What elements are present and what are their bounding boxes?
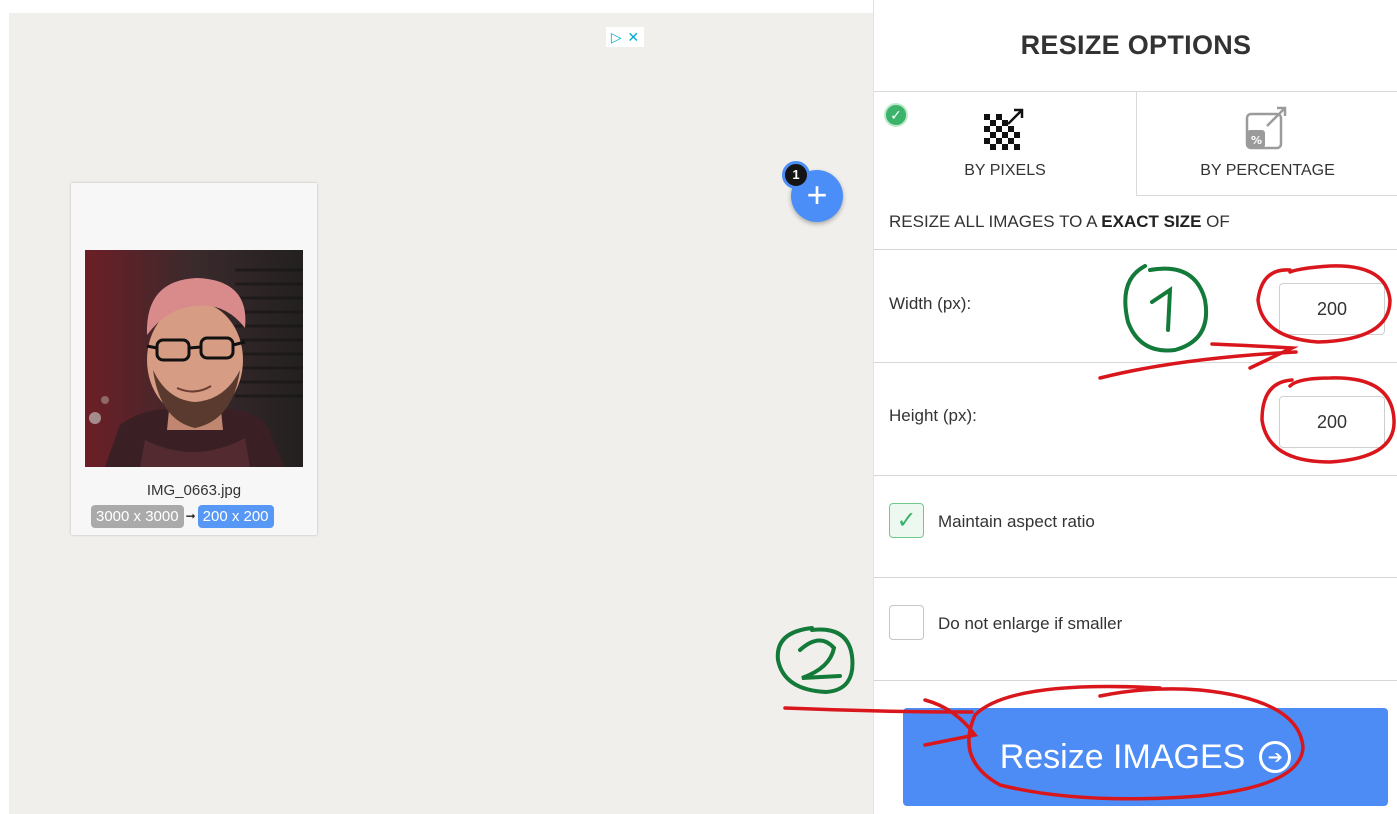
panel-title: RESIZE OPTIONS: [1020, 30, 1252, 60]
pixels-resize-icon: [984, 108, 1024, 150]
resize-button-label: Resize IMAGES: [999, 737, 1246, 776]
resize-instruction: RESIZE ALL IMAGES TO A EXACT SIZE OF: [889, 212, 1230, 232]
no-enlarge-checkbox[interactable]: [889, 605, 924, 640]
no-enlarge-label[interactable]: Do not enlarge if smaller: [938, 614, 1122, 634]
percent-resize-icon: %: [1245, 106, 1287, 150]
close-ad-icon[interactable]: ✕: [627, 30, 639, 44]
height-label: Height (px):: [889, 406, 977, 425]
plus-icon: +: [806, 174, 828, 215]
maintain-aspect-checkbox[interactable]: ✓: [889, 503, 924, 538]
maintain-aspect-row: ✓ Maintain aspect ratio: [874, 475, 1397, 577]
tab-by-pixels[interactable]: ✓ BY PIXELS: [874, 92, 1136, 196]
arrow-right-icon: ➞: [185, 509, 196, 523]
instruction-suffix: OF: [1201, 212, 1230, 231]
arrow-circle-right-icon: ➔: [1259, 741, 1292, 773]
width-label: Width (px):: [889, 294, 972, 313]
image-count-badge: 1: [782, 161, 810, 189]
image-card[interactable]: IMG_0663.jpg 3000 x 3000 ➞ 200 x 200: [71, 183, 317, 535]
image-filename: IMG_0663.jpg: [146, 482, 242, 499]
resize-options-panel: RESIZE OPTIONS ✓ BY PIXELS % BY PERCENTA…: [873, 0, 1397, 814]
no-enlarge-row: Do not enlarge if smaller: [874, 577, 1397, 680]
instruction-emphasis: EXACT SIZE: [1101, 212, 1202, 231]
maintain-aspect-label[interactable]: Maintain aspect ratio: [938, 512, 1095, 532]
tab-by-percentage-label: BY PERCENTAGE: [1200, 162, 1335, 179]
checkmark-icon: ✓: [896, 507, 917, 534]
original-size-badge: 3000 x 3000: [91, 504, 184, 528]
size-change-indicator: 3000 x 3000 ➞ 200 x 200: [91, 503, 274, 529]
svg-text:%: %: [1251, 134, 1262, 147]
ad-choices-badge[interactable]: ▷ ✕: [606, 27, 644, 47]
height-row: Height (px):: [874, 362, 1397, 475]
resize-images-button[interactable]: Resize IMAGES ➔: [903, 708, 1388, 806]
instruction-text: RESIZE ALL IMAGES TO A: [889, 212, 1102, 231]
tab-by-pixels-label: BY PIXELS: [964, 162, 1046, 179]
width-row: Width (px):: [874, 249, 1397, 362]
tab-by-percentage[interactable]: % BY PERCENTAGE: [1136, 92, 1397, 196]
upload-workspace: ▷ ✕ IMG_0663.jpg 3000 x 3000 ➞ 200 x 200…: [9, 13, 873, 814]
new-size-badge: 200 x 200: [197, 504, 274, 528]
resize-mode-tabs: ✓ BY PIXELS % BY PERCENTAGE: [874, 91, 1397, 196]
adchoices-icon[interactable]: ▷: [611, 30, 622, 44]
divider: [874, 680, 1397, 681]
selected-check-icon: ✓: [884, 103, 908, 127]
image-thumbnail: [85, 250, 303, 467]
height-input[interactable]: [1279, 396, 1385, 448]
width-input[interactable]: [1279, 283, 1385, 335]
